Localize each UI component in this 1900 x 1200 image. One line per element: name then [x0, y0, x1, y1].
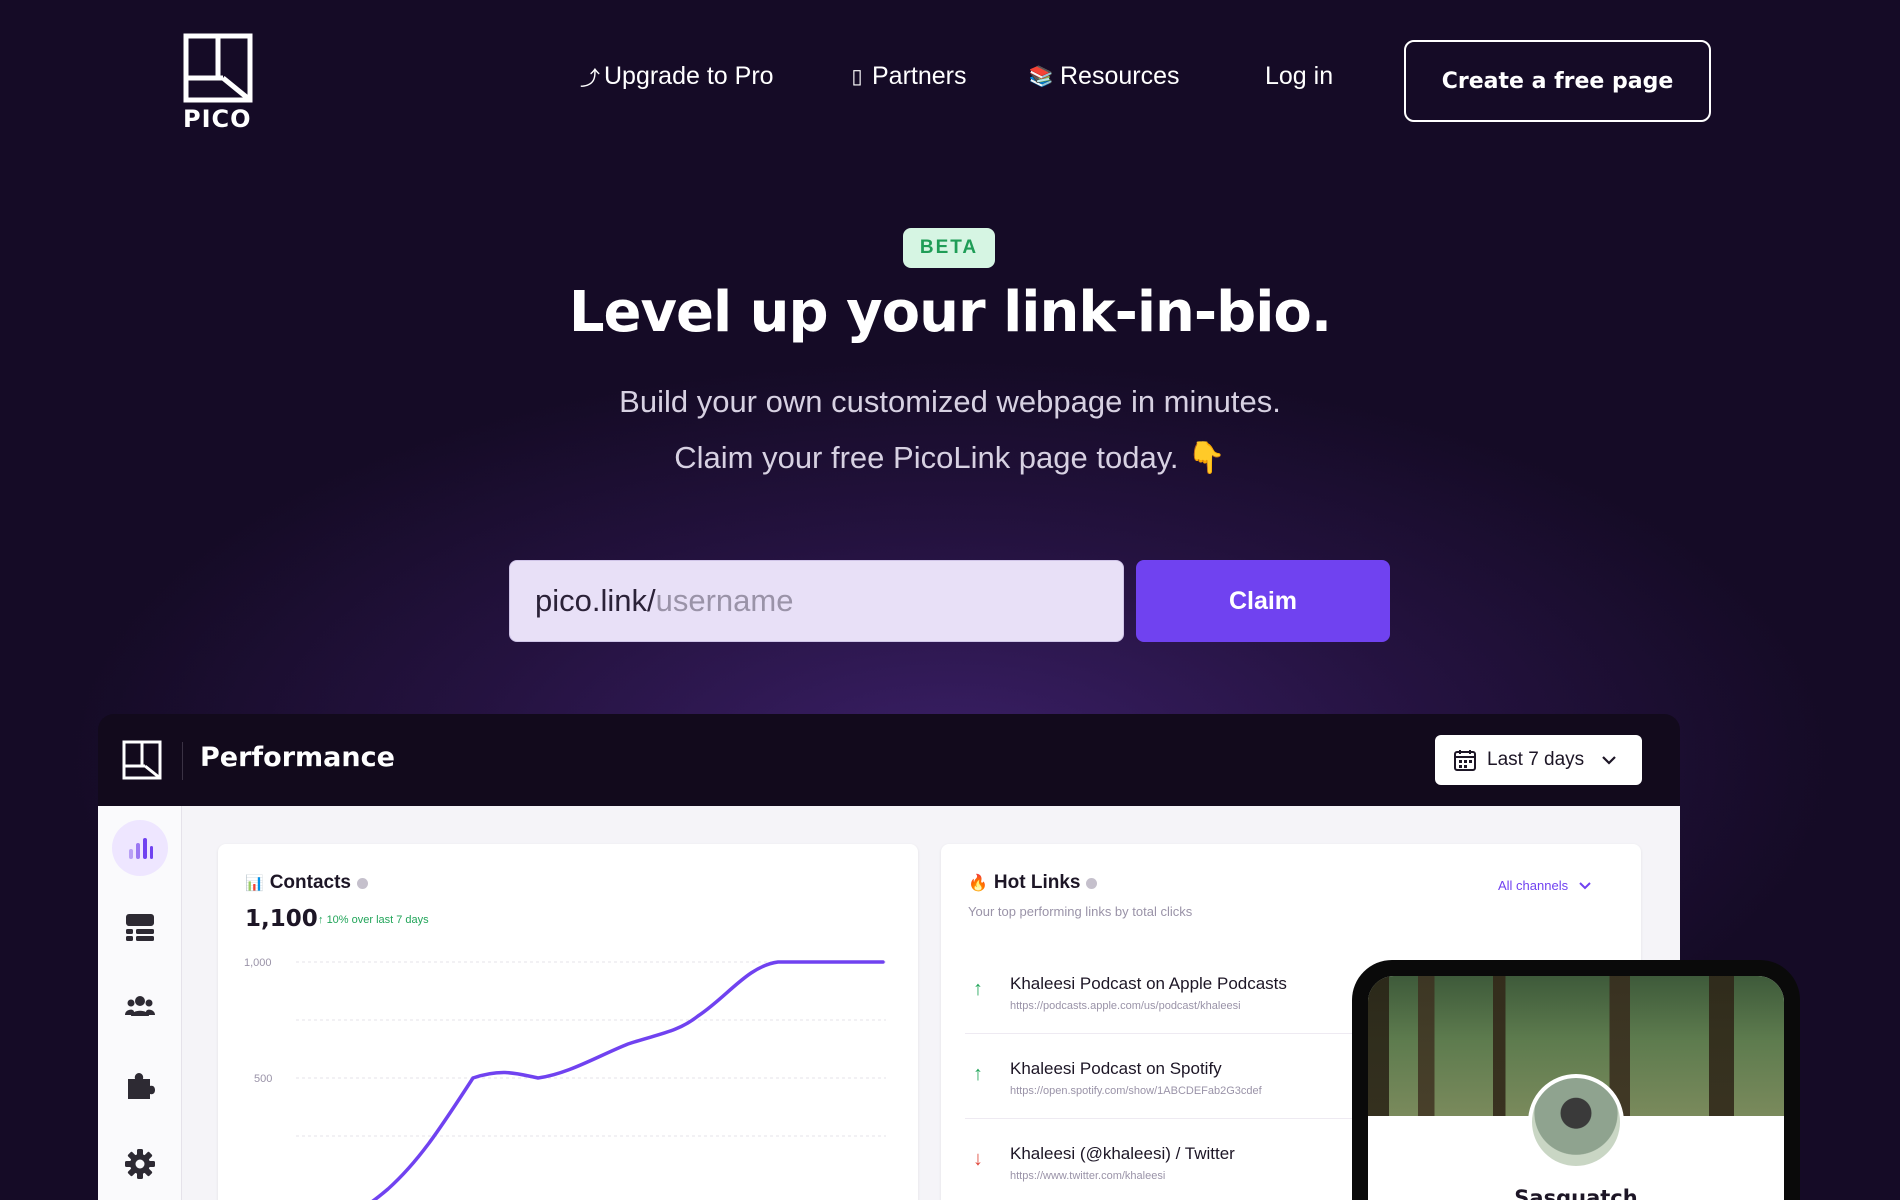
calendar-icon — [1454, 750, 1476, 771]
sidebar-item-layout[interactable] — [112, 899, 168, 955]
arrow-up-icon: ↑ — [973, 1063, 983, 1085]
chevron-down-icon — [1602, 756, 1616, 765]
sidebar-item-integrations[interactable] — [112, 1057, 168, 1113]
people-icon — [125, 996, 155, 1016]
hot-link-row[interactable]: ↑ Khaleesi Podcast on Spotify https://op… — [965, 1049, 1365, 1119]
hot-links-subtitle: Your top performing links by total click… — [968, 904, 1193, 919]
header-divider — [182, 742, 183, 780]
chevron-down-icon — [1579, 881, 1591, 889]
fire-icon: 🔥 — [968, 875, 988, 892]
contacts-line-chart: 1,000 500 — [244, 957, 886, 1200]
channels-filter-dropdown[interactable]: All channels — [1498, 878, 1592, 893]
contacts-card-title: 📊 Contacts — [245, 872, 368, 894]
url-prefix: pico.link/ — [535, 583, 656, 618]
dashboard-logo-icon — [122, 740, 162, 780]
trend-up-arrow-icon: ↑ — [318, 914, 324, 926]
contacts-series-line — [371, 960, 885, 1200]
logo-wordmark: PICO — [183, 105, 252, 133]
hot-link-row[interactable]: ↑ Khaleesi Podcast on Apple Podcasts htt… — [965, 964, 1365, 1034]
info-icon[interactable] — [1086, 877, 1098, 889]
hot-links-card-title: 🔥 Hot Links — [968, 872, 1098, 894]
nav-partners-label: Partners — [872, 62, 967, 90]
layout-icon — [126, 914, 154, 941]
hot-link-title: Khaleesi (@khaleesi) / Twitter — [1010, 1144, 1235, 1163]
sidebar-item-contacts[interactable] — [112, 978, 168, 1034]
gear-icon — [125, 1149, 155, 1179]
hot-link-title: Khaleesi Podcast on Spotify — [1010, 1059, 1222, 1078]
phone-mockup: Sasquatch — [1352, 960, 1800, 1200]
profile-name: Sasquatch — [1514, 1186, 1638, 1200]
dashboard-title: Performance — [200, 742, 395, 773]
username-input[interactable] — [655, 583, 1036, 619]
hot-links-title: Hot Links — [993, 872, 1081, 893]
username-input-group[interactable]: pico.link/ — [509, 560, 1124, 642]
y-tick-1000: 1,000 — [244, 957, 272, 969]
channels-filter-label: All channels — [1498, 878, 1569, 893]
phone-screen: Sasquatch — [1368, 976, 1784, 1200]
claim-button[interactable]: Claim — [1136, 560, 1390, 642]
hot-link-url: https://open.spotify.com/show/1ABCDEFab2… — [1010, 1085, 1262, 1097]
nav-log-in-label: Log in — [1265, 62, 1334, 90]
contacts-trend-label: 10% over last 7 days — [326, 914, 429, 926]
dashboard-sidebar — [98, 806, 182, 1200]
sidebar-item-settings[interactable] — [112, 1136, 168, 1192]
hot-link-url: https://podcasts.apple.com/us/podcast/kh… — [1010, 1000, 1241, 1012]
nav-resources[interactable]: 📚 Resources — [1028, 62, 1180, 91]
nav-partners[interactable]: ▯ Partners — [848, 62, 966, 91]
bar-chart-icon — [129, 838, 153, 859]
hot-link-title: Khaleesi Podcast on Apple Podcasts — [1010, 974, 1287, 993]
upgrade-arrow-icon: ⤴ — [580, 68, 600, 90]
date-range-dropdown[interactable]: Last 7 days — [1435, 735, 1642, 785]
nav-upgrade-label: Upgrade to Pro — [604, 62, 774, 90]
avatar — [1528, 1074, 1624, 1170]
partners-icon: ▯ — [851, 66, 863, 88]
nav-upgrade-to-pro[interactable]: ⤴ Upgrade to Pro — [580, 62, 774, 91]
books-icon: 📚 — [1028, 66, 1054, 88]
arrow-up-icon: ↑ — [973, 978, 983, 1000]
chart-emoji-icon: 📊 — [245, 875, 264, 892]
hero-subtitle-line1: Build your own customized webpage in min… — [619, 384, 1281, 419]
contacts-card: 📊 Contacts 1,100 ↑ 10% over last 7 days … — [218, 844, 918, 1200]
contacts-total: 1,100 — [245, 906, 318, 932]
hero-subtitle-line2: Claim your free PicoLink page today. 👇 — [674, 440, 1226, 475]
info-icon[interactable] — [356, 877, 368, 889]
nav-resources-label: Resources — [1060, 62, 1180, 90]
nav-log-in[interactable]: Log in — [1265, 62, 1333, 91]
y-tick-500: 500 — [254, 1073, 272, 1085]
dashboard-header: Performance Last 7 days — [98, 714, 1680, 806]
contacts-title: Contacts — [269, 872, 351, 893]
arrow-down-icon: ↓ — [973, 1148, 983, 1170]
hot-link-url: https://www.twitter.com/khaleesi — [1010, 1170, 1166, 1182]
hero-title: Level up your link-in-bio. — [568, 280, 1332, 345]
pico-logo-mark — [183, 33, 253, 103]
create-free-page-button[interactable]: Create a free page — [1404, 40, 1711, 122]
contacts-trend: ↑ 10% over last 7 days — [318, 914, 429, 926]
sidebar-item-analytics[interactable] — [112, 820, 168, 876]
beta-badge: BETA — [903, 228, 995, 268]
puzzle-icon — [128, 1073, 155, 1099]
pico-logo[interactable]: PICO — [183, 33, 255, 133]
hot-link-row[interactable]: ↓ Khaleesi (@khaleesi) / Twitter https:/… — [965, 1134, 1365, 1200]
date-range-label: Last 7 days — [1487, 749, 1585, 770]
